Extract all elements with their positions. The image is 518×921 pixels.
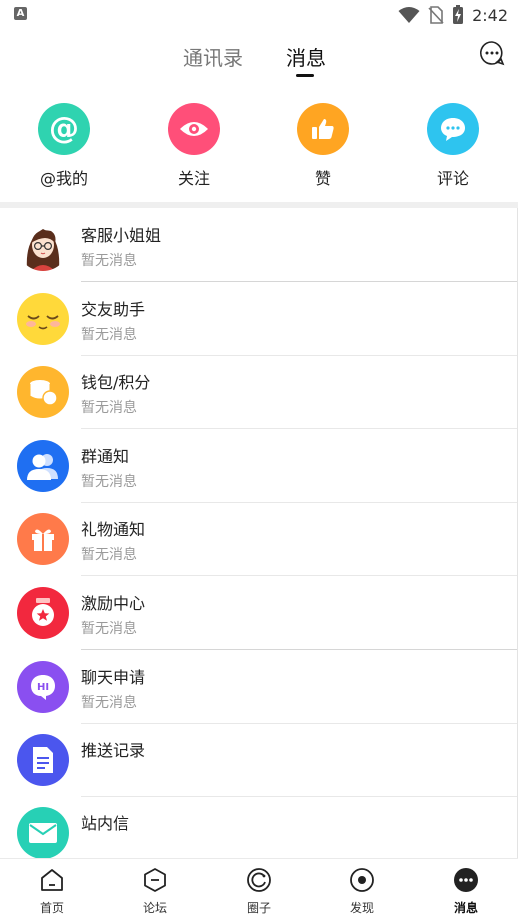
list-item[interactable]: 激励中心 暂无消息 (0, 576, 518, 650)
tab-contacts[interactable]: 通讯录 (183, 42, 243, 71)
nav-label: 首页 (39, 901, 64, 915)
item-title: 交友助手 (81, 300, 146, 319)
home-icon (41, 869, 63, 891)
list-item[interactable]: 站内信 (0, 796, 518, 858)
discover-icon (350, 868, 374, 892)
notification-icon: A (14, 7, 27, 20)
item-preview: 暂无消息 (81, 253, 137, 269)
quick-action-follow[interactable]: 关注 (144, 100, 244, 189)
svg-text:HI: HI (37, 682, 49, 693)
battery-charging-icon (453, 5, 464, 24)
smiley-face-icon (17, 293, 69, 345)
eye-icon (168, 103, 220, 155)
nav-label: 论坛 (142, 901, 167, 915)
document-icon (17, 734, 69, 786)
nav-forum[interactable]: 论坛 (115, 867, 195, 916)
message-list: 客服小姐姐 暂无消息 交友助手 暂无消息 钱包/积分 暂无消息 群通知 暂无消息… (0, 208, 518, 858)
item-title: 聊天申请 (81, 668, 146, 687)
item-preview: 暂无消息 (81, 695, 137, 711)
at-icon: @ (38, 103, 90, 155)
quick-action-mentions[interactable]: @ @我的 (14, 100, 114, 189)
nav-label: 发现 (349, 901, 374, 915)
medal-icon (17, 587, 69, 639)
quick-action-label: 赞 (314, 169, 331, 188)
thumbs-up-icon (297, 103, 349, 155)
chat-bubble-icon (480, 41, 505, 66)
group-icon (17, 440, 69, 492)
hi-chat-icon: HI (17, 661, 69, 713)
item-preview: 暂无消息 (81, 400, 137, 416)
item-title: 礼物通知 (81, 520, 146, 539)
item-preview: 暂无消息 (81, 621, 137, 637)
item-title: 推送记录 (81, 741, 146, 760)
forum-icon (144, 868, 166, 892)
quick-actions: @ @我的 关注 赞 评论 (0, 100, 518, 200)
list-item[interactable]: 礼物通知 暂无消息 (0, 502, 518, 576)
nav-discover[interactable]: 发现 (322, 867, 402, 916)
no-sim-icon (428, 6, 444, 24)
mail-icon (17, 807, 69, 858)
list-item[interactable]: 交友助手 暂无消息 (0, 282, 518, 356)
quick-action-label: 关注 (177, 169, 210, 188)
top-tab-bar: 通讯录 消息 (0, 30, 518, 82)
nav-home[interactable]: 首页 (12, 867, 92, 916)
item-title: 激励中心 (81, 594, 146, 613)
tab-messages[interactable]: 消息 (286, 42, 326, 71)
nav-label: 消息 (453, 901, 478, 915)
customer-service-avatar (17, 219, 69, 271)
nav-messages[interactable]: 消息 (426, 867, 506, 916)
bottom-nav: 首页 论坛 圈子 发现 消息 (0, 858, 518, 921)
new-chat-button[interactable] (479, 40, 509, 70)
item-title: 客服小姐姐 (81, 226, 162, 245)
quick-action-comments[interactable]: 评论 (403, 100, 503, 189)
item-title: 群通知 (81, 447, 130, 466)
status-icons: 2:42 (398, 4, 508, 26)
status-bar: A 2:42 (0, 0, 518, 30)
clock: 2:42 (472, 5, 508, 25)
item-preview: 暂无消息 (81, 474, 137, 490)
list-item[interactable]: 客服小姐姐 暂无消息 (0, 208, 518, 282)
quick-action-label: @我的 (39, 169, 88, 188)
wifi-icon (398, 7, 420, 23)
comment-icon (427, 103, 479, 155)
active-tab-indicator (296, 74, 314, 77)
nav-circle[interactable]: 圈子 (219, 867, 299, 916)
item-preview: 暂无消息 (81, 547, 137, 563)
quick-action-likes[interactable]: 赞 (273, 100, 373, 189)
list-item[interactable]: HI 聊天申请 暂无消息 (0, 650, 518, 724)
item-title: 钱包/积分 (81, 373, 151, 392)
list-item[interactable]: 钱包/积分 暂无消息 (0, 355, 518, 429)
message-icon (454, 868, 478, 892)
quick-action-label: 评论 (436, 169, 469, 188)
gift-icon (17, 513, 69, 565)
item-title: 站内信 (81, 814, 130, 833)
coins-icon (17, 366, 69, 418)
nav-label: 圈子 (246, 901, 271, 915)
circle-icon (247, 868, 271, 892)
list-item[interactable]: 群通知 暂无消息 (0, 429, 518, 503)
item-preview: 暂无消息 (81, 327, 137, 343)
list-item[interactable]: 推送记录 (0, 723, 518, 797)
